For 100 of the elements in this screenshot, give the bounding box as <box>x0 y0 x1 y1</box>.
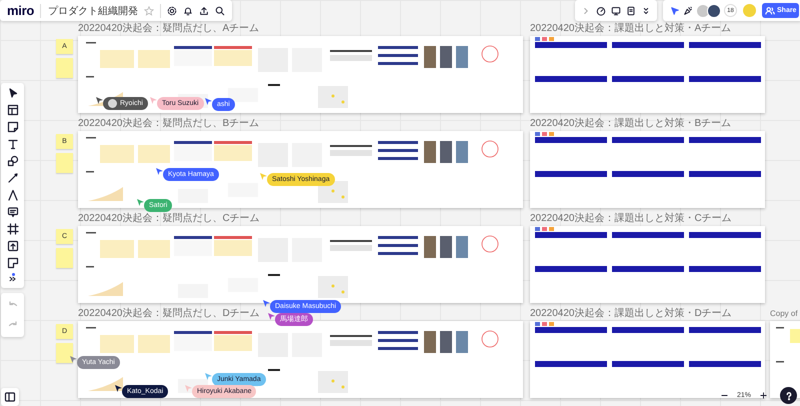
select-icon[interactable] <box>6 87 18 99</box>
notes-icon[interactable] <box>626 6 636 16</box>
header-bar <box>689 171 761 177</box>
header-bar <box>612 361 684 367</box>
help-button[interactable] <box>780 387 797 404</box>
user-avatar[interactable] <box>696 4 710 18</box>
slide-thumbnail <box>378 331 418 350</box>
header-bar <box>689 42 761 48</box>
header-bar <box>535 232 607 238</box>
board-canvas[interactable] <box>0 0 800 406</box>
bell-icon[interactable] <box>182 6 193 16</box>
template-icon[interactable] <box>6 104 18 116</box>
photo-thumbnail <box>424 46 436 68</box>
presentation-icon[interactable] <box>611 6 621 16</box>
header-bar <box>535 266 607 272</box>
sticky-note <box>138 50 170 68</box>
sticky-note <box>138 335 170 353</box>
header-bar <box>535 361 607 367</box>
search-icon[interactable] <box>214 6 225 16</box>
frame-title[interactable]: 20220420決起会：疑問点だし、Bチーム <box>78 117 260 130</box>
cursor-icon <box>260 173 267 180</box>
photo-thumbnail <box>424 141 436 163</box>
cycle-diagram <box>482 140 498 158</box>
user-avatar[interactable] <box>707 4 721 18</box>
cursor-icon <box>185 385 192 392</box>
heading-line <box>268 274 280 276</box>
photo-thumbnail <box>456 141 468 163</box>
slide-thumbnail <box>378 141 418 160</box>
frame-title[interactable]: 20220420決起会：課題出しと対策・Cチーム <box>530 212 732 225</box>
frame-icon[interactable] <box>6 223 18 235</box>
star-icon[interactable] <box>144 6 154 16</box>
upload-icon[interactable] <box>198 6 209 16</box>
heading-line <box>86 232 96 234</box>
zoom-in-icon[interactable] <box>759 390 768 400</box>
header-bar <box>535 42 607 48</box>
slide-thumbnail <box>330 240 372 251</box>
photo-thumbnail <box>424 236 436 258</box>
frame-title[interactable]: 20220420決起会：疑問点だし、Aチーム <box>78 22 260 35</box>
sticky-note <box>100 240 134 258</box>
header-bar <box>535 327 607 333</box>
slide-thumbnail <box>378 236 418 255</box>
sticky-note-icon[interactable] <box>6 121 18 133</box>
board-content-drawing <box>776 327 800 362</box>
frame-title[interactable]: 20220420決起会：疑問点だし、Dチーム <box>78 307 260 320</box>
text-icon[interactable] <box>6 138 18 150</box>
photo-thumbnail <box>440 331 452 353</box>
cursor-icon[interactable] <box>670 6 680 16</box>
header-bar <box>535 137 607 143</box>
frame-title[interactable]: Copy of <box>770 307 798 320</box>
pen-icon[interactable] <box>6 189 18 201</box>
header-bar <box>612 171 684 177</box>
cursor-icon <box>150 97 157 104</box>
more-tools-icon[interactable] <box>8 274 18 284</box>
header-bar <box>612 137 684 143</box>
app-logo[interactable]: miro <box>7 3 34 18</box>
shapes-icon[interactable] <box>6 155 18 167</box>
photo-thumbnail <box>456 46 468 68</box>
cursor-icon <box>137 199 144 206</box>
header-bar <box>612 42 684 48</box>
frame-title[interactable]: 20220420決起会：疑問点だし、Cチーム <box>78 212 260 225</box>
heading-line <box>86 327 96 328</box>
settings-icon[interactable] <box>166 6 177 16</box>
upload-icon[interactable] <box>6 240 18 252</box>
slide-thumbnail <box>378 46 418 65</box>
line-icon[interactable] <box>6 172 18 184</box>
chart-thumbnail <box>88 282 123 296</box>
sticky-note <box>100 335 134 353</box>
header-bar <box>689 361 761 367</box>
sticky-dots-drawing <box>318 86 348 108</box>
heading-line <box>268 369 280 371</box>
chart-thumbnail <box>88 187 123 201</box>
frame-title[interactable]: 20220420決起会：課題出しと対策・Bチーム <box>530 117 732 130</box>
sticky-note <box>100 145 134 163</box>
sidebar-icon[interactable] <box>4 391 16 403</box>
header-bar <box>689 76 761 82</box>
photo-thumbnail <box>440 141 452 163</box>
question-icon <box>784 390 794 400</box>
double-chevron-icon[interactable] <box>641 6 651 16</box>
people-icon <box>765 6 775 16</box>
frame-title[interactable]: 20220420決起会：課題出しと対策・Aチーム <box>530 22 732 35</box>
frame-title[interactable]: 20220420決起会：課題出しと対策・Dチーム <box>530 307 732 320</box>
cursor-icon <box>156 168 163 175</box>
cursor-icon <box>70 356 77 363</box>
photo-thumbnail <box>456 236 468 258</box>
slide-thumbnail <box>330 145 372 156</box>
heading-line <box>86 42 96 44</box>
sticky-note <box>138 240 170 258</box>
board-name[interactable]: プロダクト組織開発 <box>40 4 138 18</box>
cursor-icon <box>115 385 122 392</box>
sticky-note <box>138 145 170 163</box>
confetti-icon[interactable] <box>683 6 693 16</box>
comment-icon[interactable] <box>6 206 18 218</box>
header-bar <box>612 266 684 272</box>
cursor-icon <box>205 98 212 105</box>
timer-icon[interactable] <box>596 6 606 16</box>
sticky-note[interactable] <box>56 343 73 363</box>
photo-thumbnail <box>424 331 436 353</box>
cards-icon[interactable] <box>6 257 18 269</box>
header-bar <box>689 232 761 238</box>
cycle-diagram <box>482 46 498 62</box>
